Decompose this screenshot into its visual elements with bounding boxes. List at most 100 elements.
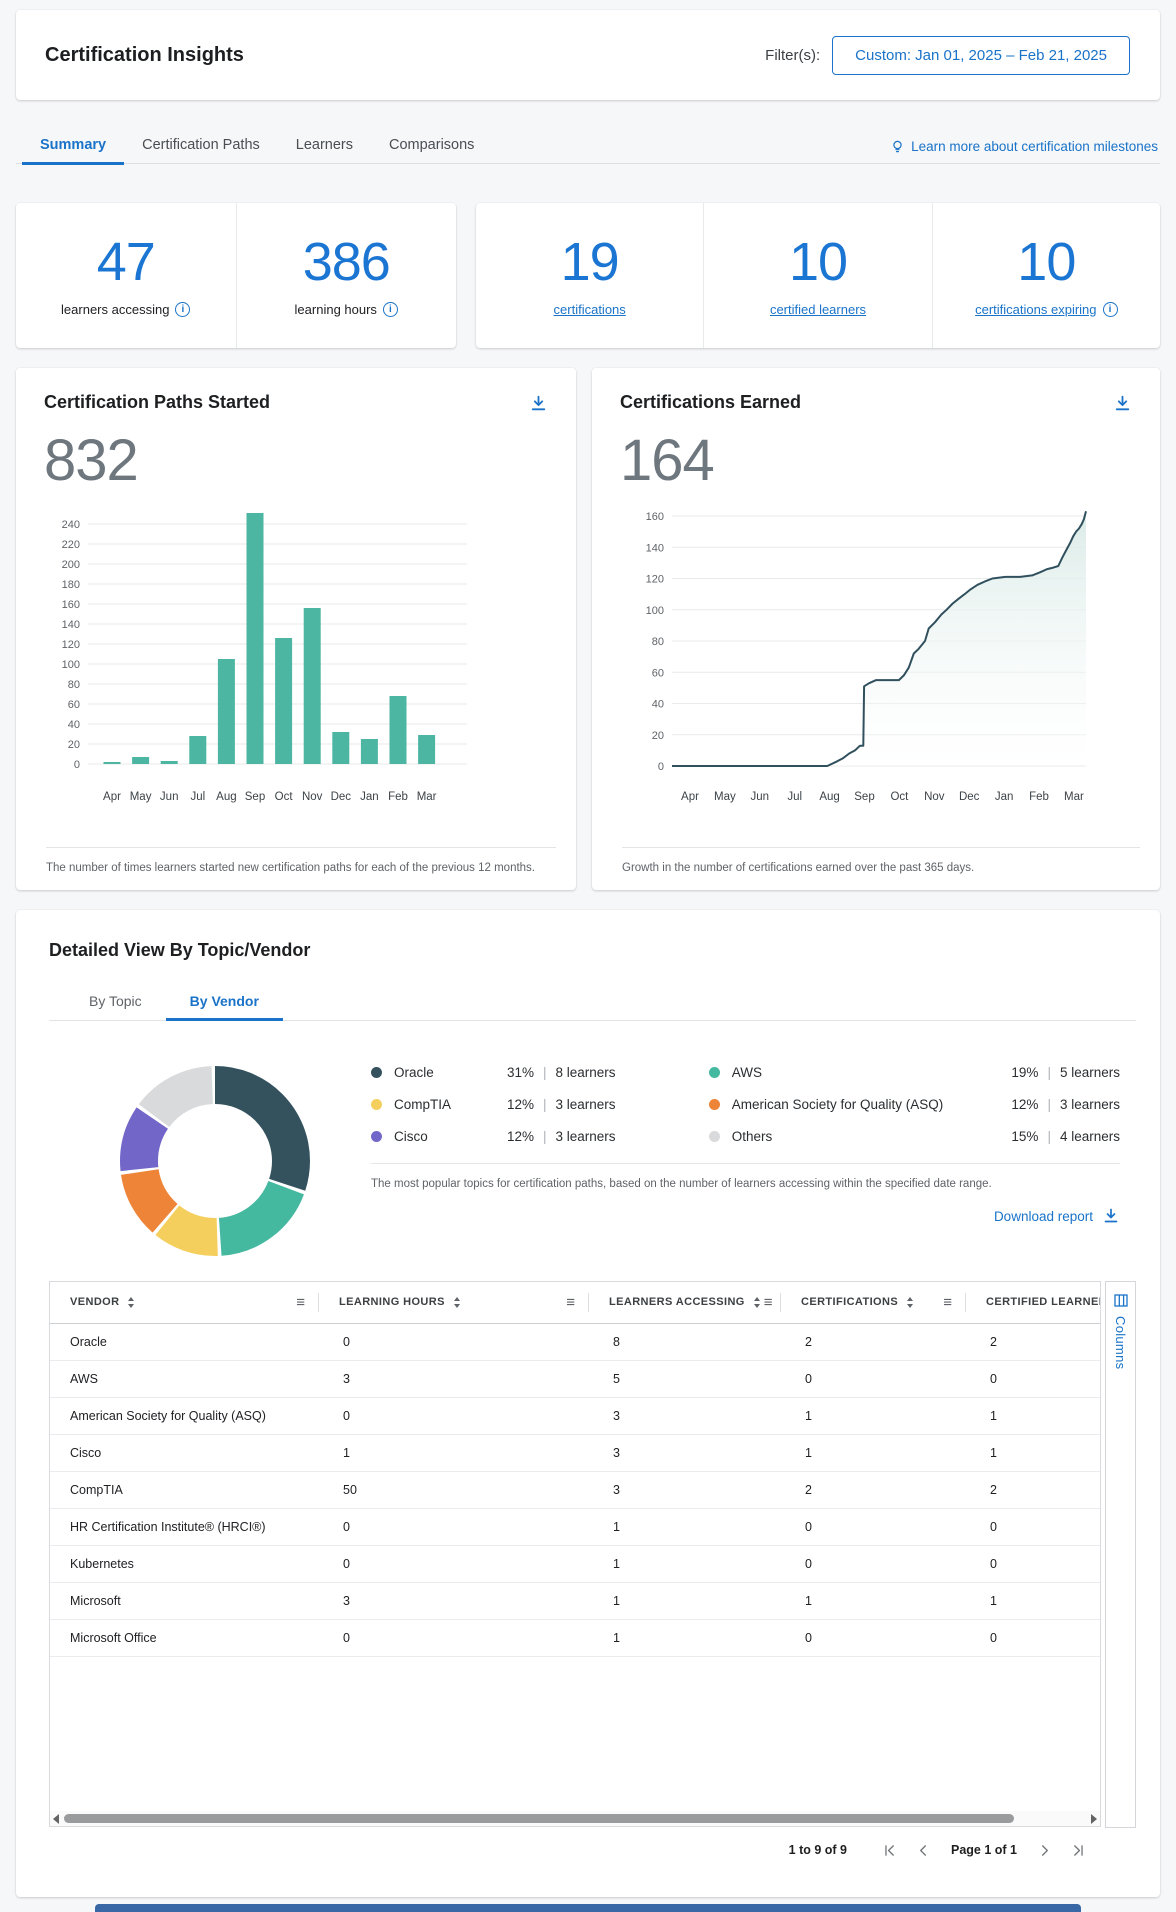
- svg-text:Aug: Aug: [819, 791, 839, 803]
- scroll-right-arrow[interactable]: [1091, 1814, 1097, 1824]
- column-menu-icon[interactable]: ≡: [760, 1295, 777, 1310]
- value-cell: 0: [781, 1360, 966, 1397]
- sort-down-icon: [907, 1304, 913, 1308]
- value-cell: 0: [319, 1619, 589, 1656]
- legend-pct: 12%: [500, 1097, 534, 1112]
- legend-label: CompTIA: [394, 1097, 482, 1112]
- column-header-learning-hours[interactable]: LEARNING HOURS≡: [319, 1282, 589, 1323]
- tab-by-topic[interactable]: By Topic: [65, 987, 166, 1020]
- horizontal-scrollbar[interactable]: [50, 1811, 1100, 1826]
- sort-icon[interactable]: [454, 1297, 460, 1308]
- value-cell: 1: [589, 1619, 781, 1656]
- info-icon[interactable]: i: [1103, 302, 1118, 317]
- column-header-certified-learners[interactable]: CERTIFIED LEARNERS: [966, 1282, 1101, 1323]
- tab-certification-paths[interactable]: Certification Paths: [124, 130, 278, 164]
- svg-text:140: 140: [646, 542, 664, 554]
- filter-zone: Filter(s): Custom: Jan 01, 2025 – Feb 21…: [765, 36, 1130, 75]
- value-cell: 0: [966, 1508, 1101, 1545]
- legend-divider: [371, 1163, 1120, 1164]
- stat-label[interactable]: certified learners: [770, 302, 866, 317]
- vendor-cell: HR Certification Institute® (HRCI®): [50, 1508, 319, 1545]
- column-menu-icon[interactable]: ≡: [939, 1295, 956, 1310]
- download-icon[interactable]: [527, 392, 550, 418]
- tab-learners[interactable]: Learners: [278, 130, 371, 164]
- svg-text:Jun: Jun: [160, 791, 179, 803]
- legend-learners: 8 learners: [556, 1065, 616, 1080]
- paths-started-total: 832: [44, 432, 550, 490]
- legend-item-cisco: Cisco12%|3 learners: [371, 1125, 665, 1147]
- sort-icon[interactable]: [907, 1297, 913, 1308]
- value-cell: 2: [966, 1471, 1101, 1508]
- vendor-cell: American Society for Quality (ASQ): [50, 1397, 319, 1434]
- column-menu-icon[interactable]: ≡: [292, 1295, 309, 1310]
- table-row[interactable]: American Society for Quality (ASQ)0311: [50, 1397, 1101, 1434]
- legend-pipe: |: [1047, 1129, 1051, 1144]
- detailed-view-title: Detailed View By Topic/Vendor: [49, 940, 1136, 961]
- svg-text:180: 180: [62, 579, 80, 591]
- last-page-button[interactable]: [1070, 1842, 1087, 1859]
- next-page-button[interactable]: [1036, 1842, 1053, 1859]
- svg-text:Feb: Feb: [1029, 791, 1049, 803]
- columns-side-tab[interactable]: Columns: [1105, 1281, 1136, 1828]
- value-cell: 2: [781, 1471, 966, 1508]
- sort-icon[interactable]: [128, 1297, 134, 1308]
- scrollbar-thumb[interactable]: [64, 1814, 1014, 1823]
- table-row[interactable]: Kubernetes0100: [50, 1545, 1101, 1582]
- svg-text:Oct: Oct: [275, 791, 294, 803]
- svg-text:Nov: Nov: [924, 791, 945, 803]
- value-cell: 0: [319, 1323, 589, 1360]
- svg-text:Mar: Mar: [1064, 791, 1084, 803]
- download-icon[interactable]: [1111, 392, 1134, 418]
- topic-vendor-tab-bar: By TopicBy Vendor: [49, 987, 1136, 1021]
- stat-label-row: learning hoursi: [295, 302, 398, 317]
- main-tab-bar: SummaryCertification PathsLearnersCompar…: [16, 130, 1160, 164]
- stat-label[interactable]: certifications: [554, 302, 626, 317]
- column-header-learners-accessing[interactable]: LEARNERS ACCESSING≡: [589, 1282, 781, 1323]
- table-row[interactable]: CompTIA50322: [50, 1471, 1101, 1508]
- stat-label[interactable]: certifications expiring: [975, 302, 1096, 317]
- column-header-certifications[interactable]: CERTIFICATIONS≡: [781, 1282, 966, 1323]
- column-header-vendor[interactable]: VENDOR≡: [50, 1282, 319, 1323]
- tab-comparisons[interactable]: Comparisons: [371, 130, 492, 164]
- legend-item-american-society-for-quality-asq-: American Society for Quality (ASQ)12%|3 …: [709, 1093, 1120, 1115]
- legend-grid: Oracle31%|8 learnersAWS19%|5 learnersCom…: [371, 1061, 1120, 1147]
- table-row[interactable]: Oracle0822: [50, 1323, 1101, 1360]
- tab-summary[interactable]: Summary: [22, 130, 124, 164]
- value-cell: 1: [966, 1434, 1101, 1471]
- learn-more-link[interactable]: Learn more about certification milestone…: [890, 139, 1160, 154]
- svg-text:Jan: Jan: [995, 791, 1014, 803]
- value-cell: 0: [966, 1360, 1101, 1397]
- stat-certified-learners: 10certified learners: [703, 203, 931, 348]
- table-row[interactable]: Cisco1311: [50, 1434, 1101, 1471]
- previous-page-button[interactable]: [915, 1842, 932, 1859]
- stat-label-row: certified learners: [770, 302, 866, 317]
- column-menu-icon[interactable]: ≡: [562, 1295, 579, 1310]
- date-filter-button[interactable]: Custom: Jan 01, 2025 – Feb 21, 2025: [832, 36, 1130, 75]
- legend-item-oracle: Oracle31%|8 learners: [371, 1061, 665, 1083]
- paths-started-card: Certification Paths Started 832 02040608…: [16, 368, 576, 890]
- scrollbar-track[interactable]: [64, 1814, 1086, 1823]
- tab-by-vendor[interactable]: By Vendor: [166, 987, 283, 1020]
- legend-learners: 3 learners: [556, 1097, 616, 1112]
- scroll-left-arrow[interactable]: [53, 1814, 59, 1824]
- table-row[interactable]: AWS3500: [50, 1360, 1101, 1397]
- legend-pipe: |: [1047, 1097, 1051, 1112]
- legend-learners: 5 learners: [1060, 1065, 1120, 1080]
- table-row[interactable]: Microsoft Office0100: [50, 1619, 1101, 1656]
- stat-certifications: 19certifications: [476, 203, 703, 348]
- download-report-link[interactable]: Download report: [994, 1209, 1093, 1224]
- columns-tab-label: Columns: [1113, 1316, 1128, 1369]
- charts-row: Certification Paths Started 832 02040608…: [16, 368, 1160, 890]
- download-icon[interactable]: [1102, 1207, 1120, 1225]
- table-row[interactable]: HR Certification Institute® (HRCI®)0100: [50, 1508, 1101, 1545]
- legend-value: 15%|4 learners: [1004, 1129, 1120, 1144]
- svg-text:40: 40: [68, 719, 80, 731]
- paths-started-header: Certification Paths Started: [44, 392, 550, 418]
- svg-text:Jun: Jun: [751, 791, 770, 803]
- info-icon[interactable]: i: [383, 302, 398, 317]
- first-page-button[interactable]: [881, 1842, 898, 1859]
- info-icon[interactable]: i: [175, 302, 190, 317]
- legend-learners: 3 learners: [556, 1129, 616, 1144]
- legend-dot: [371, 1067, 382, 1078]
- table-row[interactable]: Microsoft3111: [50, 1582, 1101, 1619]
